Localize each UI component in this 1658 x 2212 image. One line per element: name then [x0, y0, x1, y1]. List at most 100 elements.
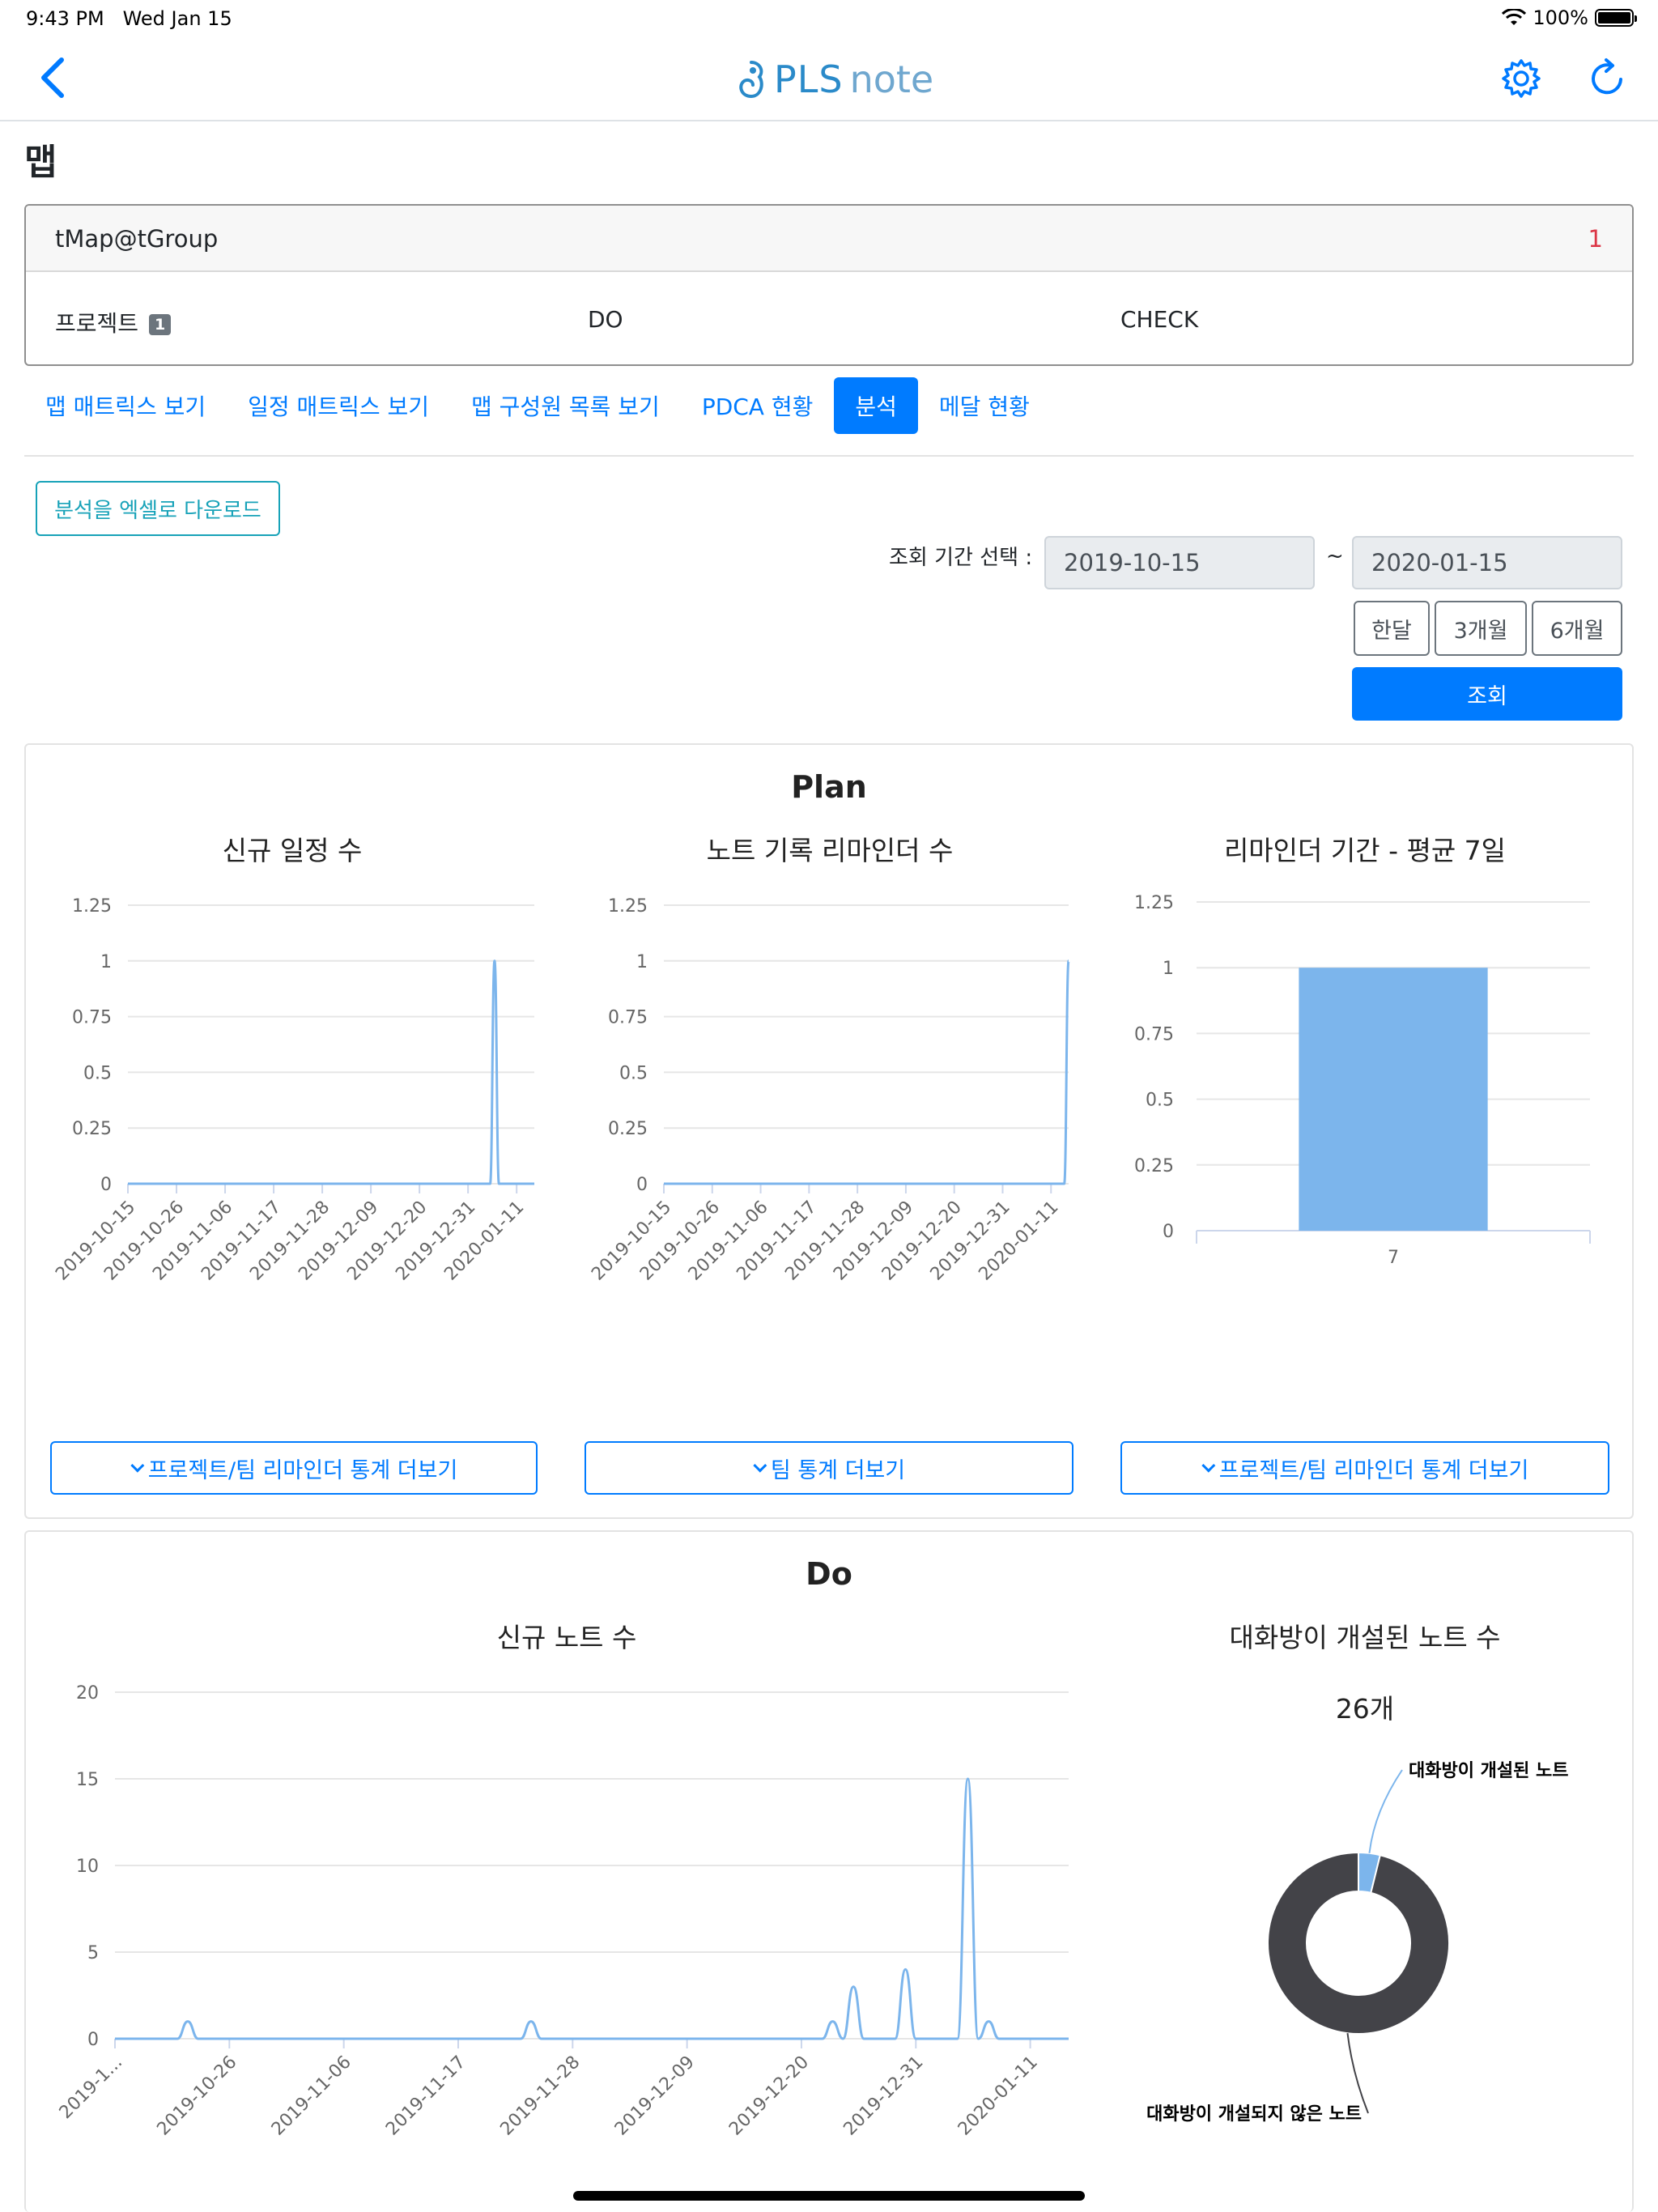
y-tick-label: 0.75	[72, 1008, 112, 1028]
y-tick-label: 1.25	[72, 896, 112, 917]
nav-bar: PLS note	[0, 37, 1658, 121]
series-line	[114, 1777, 1069, 2040]
range-1month-button[interactable]: 한달	[1354, 601, 1430, 656]
chatroom-notes-total: 26개	[1335, 1693, 1395, 1725]
status-bar: 9:43 PM Wed Jan 15 100%	[0, 0, 1658, 37]
y-tick-label: 10	[76, 1857, 99, 1877]
tab-divider	[24, 455, 1634, 457]
search-button[interactable]: 조회	[1352, 667, 1622, 721]
gear-icon[interactable]	[1499, 57, 1543, 100]
donut-label: 대화방이 개설된 노트	[1409, 1761, 1568, 1781]
end-date-input[interactable]	[1352, 536, 1622, 589]
column-check: CHECK	[1120, 306, 1199, 333]
excel-download-button[interactable]: 분석을 엑셀로 다운로드	[36, 481, 280, 536]
x-category-label: 7	[1388, 1248, 1399, 1268]
bar	[1299, 968, 1488, 1231]
logo-icon	[739, 61, 763, 99]
more-stats-button-2[interactable]: 팀 통계 더보기	[585, 1441, 1073, 1495]
tab-pdca-status[interactable]: PDCA 현황	[681, 377, 835, 434]
chart-title-new-schedules: 신규 일정 수	[222, 835, 363, 866]
reminder-period-chart: 0 0.25 0.5 0.75 1 1.25 7	[1134, 893, 1591, 1268]
group-name: tMap@tGroup	[55, 225, 219, 253]
group-count: 1	[1588, 225, 1603, 253]
new-notes-chart: 0 5 10 15 20 2019-1... 2019-10-26 2019-11-06 201…	[56, 1683, 1069, 2140]
plan-title: Plan	[791, 769, 867, 805]
y-tick-label: 0.25	[72, 1119, 112, 1139]
y-tick-label: 1.25	[1134, 893, 1174, 913]
chart-title-new-notes: 신규 노트 수	[496, 1622, 637, 1653]
range-6month-button[interactable]: 6개월	[1532, 601, 1622, 656]
y-tick-label: 0.5	[83, 1063, 112, 1083]
y-tick-label: 15	[76, 1770, 99, 1790]
chart-title-reminder-period: 리마인더 기간 - 평균 7일	[1223, 835, 1507, 866]
page-title: 맵	[24, 142, 57, 183]
y-tick-label: 0.75	[1134, 1024, 1174, 1044]
x-tick-label: 2019-11-17	[382, 2052, 470, 2140]
period-label: 조회 기간 선택 :	[889, 546, 1033, 570]
do-title: Do	[806, 1556, 852, 1592]
chevron-down-icon	[130, 1458, 145, 1473]
battery-percent: 100%	[1533, 6, 1588, 29]
status-time: 9:43 PM Wed Jan 15	[26, 7, 232, 30]
refresh-icon[interactable]	[1585, 57, 1629, 100]
x-tick-label: 2019-1...	[56, 2052, 127, 2124]
y-tick-label: 0	[636, 1175, 648, 1195]
donut-connector	[1368, 1769, 1403, 1853]
tab-medal-status[interactable]: 메달 현황	[918, 377, 1051, 434]
range-3month-button[interactable]: 3개월	[1435, 601, 1527, 656]
x-tick-label: 2019-12-31	[840, 2052, 927, 2140]
tab-analysis[interactable]: 분석	[834, 377, 918, 434]
tab-bar: 맵 매트릭스 보기 일정 매트릭스 보기 맵 구성원 목록 보기 PDCA 현황…	[24, 377, 1051, 436]
tab-map-matrix[interactable]: 맵 매트릭스 보기	[24, 377, 227, 434]
project-count-badge: 1	[148, 314, 172, 335]
home-indicator	[573, 2191, 1085, 2201]
y-tick-label: 0.5	[1146, 1091, 1174, 1111]
x-tick-label: 2019-10-26	[153, 2052, 240, 2140]
chart-title-chatroom-notes: 대화방이 개설된 노트 수	[1229, 1622, 1501, 1653]
chatroom-notes-donut-chart: 대화방이 개설된 노트대화방이 개설되지 않은 노트	[1146, 1761, 1568, 2125]
new-schedules-chart: 00.250.50.7511.252019-10-152019-10-26201…	[52, 896, 534, 1285]
back-chevron-icon[interactable]	[36, 55, 71, 100]
x-tick-label: 2019-11-28	[496, 2052, 584, 2140]
y-tick-label: 1	[1163, 959, 1174, 979]
start-date-input[interactable]	[1044, 536, 1315, 589]
x-tick-label: 2020-01-11	[954, 2052, 1042, 2140]
more-stats-button-3[interactable]: 프로젝트/팀 리마인더 통계 더보기	[1120, 1441, 1609, 1495]
status-right: 100%	[1502, 6, 1637, 29]
y-tick-label: 0.25	[1134, 1156, 1174, 1176]
donut-label: 대화방이 개설되지 않은 노트	[1146, 2104, 1362, 2125]
wifi-icon	[1502, 9, 1527, 25]
y-tick-label: 0.75	[608, 1008, 648, 1028]
column-project: 프로젝트 1	[55, 306, 172, 338]
y-tick-label: 1	[636, 952, 648, 972]
group-header[interactable]: tMap@tGroup 1	[26, 206, 1632, 272]
x-tick-label: 2019-12-09	[611, 2052, 699, 2140]
battery-icon	[1595, 9, 1637, 27]
chevron-down-icon	[1201, 1458, 1216, 1473]
x-tick-label: 2019-12-20	[725, 2052, 813, 2140]
y-tick-label: 0	[100, 1175, 112, 1195]
group-columns: 프로젝트 1 DO CHECK	[26, 272, 1632, 364]
logo-text-sub: note	[849, 57, 934, 101]
chart-title-note-reminders: 노트 기록 리마인더 수	[706, 835, 954, 866]
tab-member-list[interactable]: 맵 구성원 목록 보기	[450, 377, 681, 434]
group-card: tMap@tGroup 1 프로젝트 1 DO CHECK	[24, 204, 1634, 366]
y-tick-label: 20	[76, 1683, 99, 1704]
chevron-down-icon	[753, 1458, 767, 1473]
y-tick-label: 0	[1163, 1222, 1174, 1242]
column-do: DO	[588, 306, 623, 333]
donut-slice	[1267, 1851, 1450, 2035]
y-tick-label: 0.5	[619, 1063, 648, 1083]
y-tick-label: 5	[87, 1943, 99, 1963]
tab-schedule-matrix[interactable]: 일정 매트릭스 보기	[227, 377, 450, 434]
note-reminders-chart: 00.250.50.7511.252019-10-152019-10-26201…	[588, 896, 1070, 1285]
x-tick-label: 2019-11-06	[268, 2052, 355, 2140]
logo-text-main: PLS	[774, 57, 844, 101]
y-tick-label: 0	[87, 2030, 99, 2050]
y-tick-label: 1.25	[608, 896, 648, 917]
y-tick-label: 1	[100, 952, 112, 972]
app-logo: PLS note	[735, 55, 933, 104]
date-tilde: ~	[1326, 544, 1344, 568]
y-tick-label: 0.25	[608, 1119, 648, 1139]
more-stats-button-1[interactable]: 프로젝트/팀 리마인더 통계 더보기	[50, 1441, 538, 1495]
